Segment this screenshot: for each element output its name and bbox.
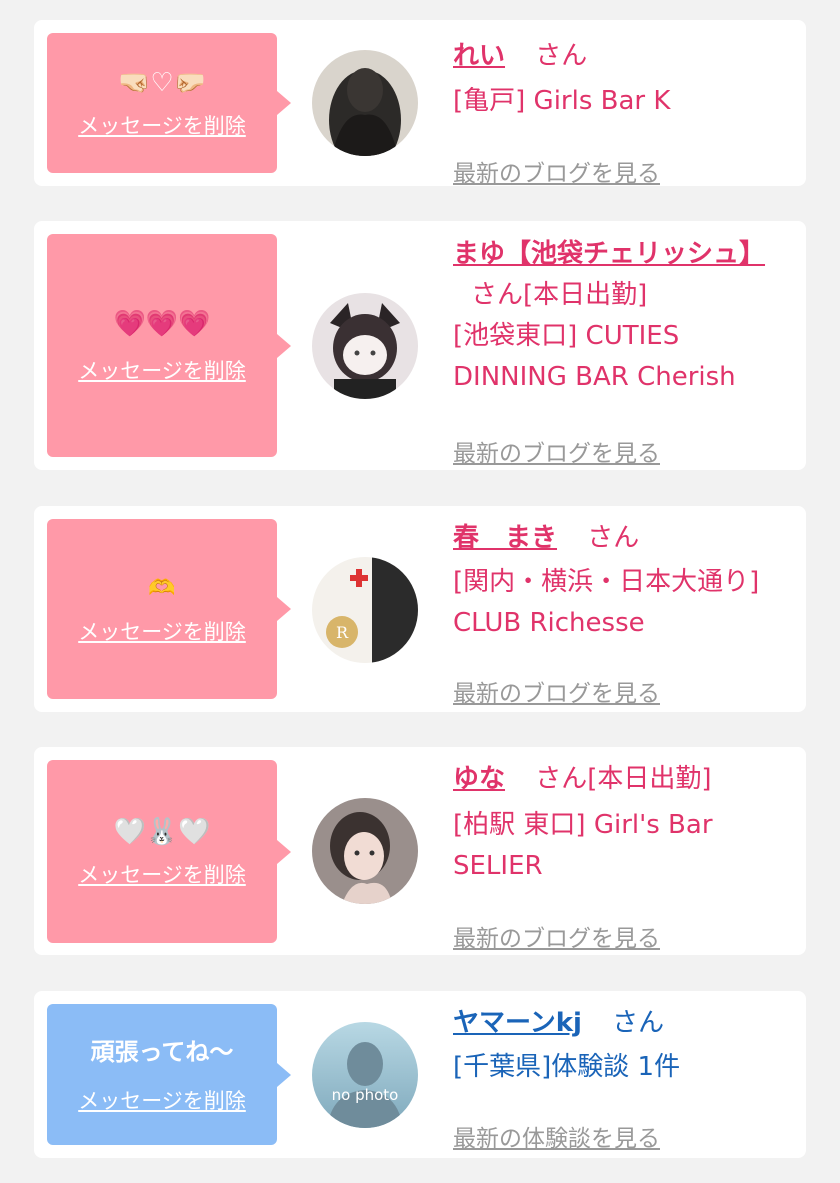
svg-text:R: R	[336, 623, 349, 642]
avatar[interactable]	[312, 293, 418, 399]
message-text: 🤍🐰🤍	[113, 816, 211, 847]
name-suffix: さん	[535, 41, 588, 71]
list-item: 🤍🐰🤍 メッセージを削除 ゆな さん[本日出勤] [柏駅 東口] Girl's …	[34, 747, 806, 955]
delete-message-link[interactable]: メッセージを削除	[78, 616, 246, 646]
user-name-link[interactable]: ヤマーンkj	[453, 1008, 582, 1038]
delete-message-link[interactable]: メッセージを削除	[78, 1085, 246, 1115]
cast-name-link[interactable]: 春 まき	[453, 523, 557, 553]
cast-name-link[interactable]: ゆな	[453, 764, 505, 794]
message-bubble: 🫶 メッセージを削除	[47, 519, 291, 699]
avatar[interactable]: R	[312, 557, 418, 663]
avatar[interactable]: no photo	[312, 1022, 418, 1128]
delete-message-link[interactable]: メッセージを削除	[78, 110, 246, 140]
message-bubble: 💗💗💗 メッセージを削除	[47, 234, 291, 457]
latest-review-link[interactable]: 最新の体験談を見る	[453, 1119, 660, 1153]
message-bubble: 頑張ってね〜 メッセージを削除	[47, 1004, 291, 1145]
no-photo-label: no photo	[331, 1086, 399, 1104]
list-item: 💗💗💗 メッセージを削除 まゆ【池袋チェリッシュ】 さん[本日出勤] [池袋東口…	[34, 221, 806, 470]
list-item: 🤜🏻♡🤛🏻 メッセージを削除 れい さん [亀戸] Girls Bar K 最新…	[34, 20, 806, 188]
message-text: 🤜🏻♡🤛🏻	[117, 68, 207, 98]
avatar[interactable]	[312, 50, 418, 156]
shop-info: [柏駅 東口] Girl's Bar SELIER	[453, 810, 713, 881]
name-suffix: さん[本日出勤]	[471, 280, 648, 310]
message-bubble: 🤍🐰🤍 メッセージを削除	[47, 760, 291, 943]
shop-info: [関内・横浜・日本大通り] CLUB Richesse	[453, 567, 760, 638]
delete-message-link[interactable]: メッセージを削除	[78, 355, 246, 385]
latest-blog-link[interactable]: 最新のブログを見る	[453, 434, 660, 468]
list-item: 🫶 メッセージを削除 R 春 まき さん [関内・横浜・日本大通り] CLUB …	[34, 506, 806, 712]
shop-info: [池袋東口] CUTIES DINNING BAR Cherish	[453, 321, 736, 392]
latest-blog-link[interactable]: 最新のブログを見る	[453, 919, 660, 953]
cast-name-link[interactable]: まゆ【池袋チェリッシュ】	[453, 239, 765, 269]
avatar[interactable]	[312, 798, 418, 904]
message-text: 🫶	[148, 576, 176, 601]
latest-blog-link[interactable]: 最新のブログを見る	[453, 674, 660, 708]
favorites-list: 🤜🏻♡🤛🏻 メッセージを削除 れい さん [亀戸] Girls Bar K 最新…	[0, 0, 840, 1183]
cast-name-link[interactable]: れい	[453, 41, 505, 71]
message-bubble: 🤜🏻♡🤛🏻 メッセージを削除	[47, 33, 291, 173]
name-suffix: さん	[612, 1008, 665, 1038]
message-text: 💗💗💗	[113, 308, 211, 339]
shop-info: [亀戸] Girls Bar K	[453, 86, 671, 116]
name-suffix: さん	[587, 523, 640, 553]
message-text: 頑張ってね〜	[90, 1037, 234, 1066]
list-item: 頑張ってね〜 メッセージを削除 no photo ヤマーンkj さん [千葉県]…	[34, 991, 806, 1158]
review-info: [千葉県]体験談 1件	[453, 1052, 681, 1082]
name-suffix: さん[本日出勤]	[535, 764, 712, 794]
delete-message-link[interactable]: メッセージを削除	[78, 859, 246, 889]
latest-blog-link[interactable]: 最新のブログを見る	[453, 154, 660, 188]
